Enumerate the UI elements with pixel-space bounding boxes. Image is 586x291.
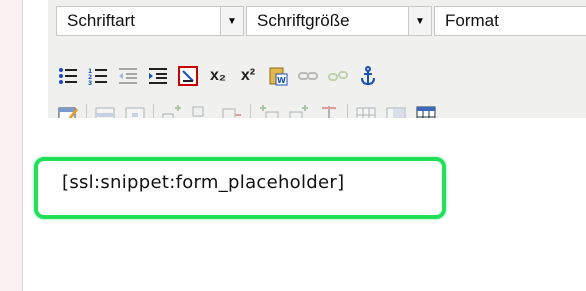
chevron-down-icon[interactable]: ▼ <box>220 7 243 35</box>
format-select[interactable]: Format <box>434 6 586 36</box>
indent-icon[interactable] <box>146 64 170 88</box>
toolbar-row-1: 123 x₂ x² W <box>56 60 586 92</box>
snippet-placeholder-text[interactable]: [ssl:snippet:form_placeholder] <box>62 172 344 193</box>
font-size-select-label: Schriftgröße <box>257 11 350 30</box>
svg-text:W: W <box>277 76 286 85</box>
chevron-down-icon[interactable]: ▼ <box>408 7 431 35</box>
font-size-select[interactable]: Schriftgröße ▼ <box>246 6 432 36</box>
font-family-select[interactable]: Schriftart ▼ <box>56 6 244 36</box>
font-family-select-label: Schriftart <box>67 11 136 30</box>
link-icon[interactable] <box>296 64 320 88</box>
anchor-icon[interactable] <box>356 64 380 88</box>
numbered-list-icon[interactable]: 123 <box>86 64 110 88</box>
remove-formatting-icon[interactable] <box>176 64 200 88</box>
paste-from-word-icon[interactable]: W <box>266 64 290 88</box>
svg-text:3: 3 <box>88 80 92 87</box>
editor-left-gutter <box>0 0 23 291</box>
subscript-icon[interactable]: x₂ <box>206 64 230 88</box>
format-select-label: Format <box>445 11 499 30</box>
unlink-icon[interactable] <box>326 64 350 88</box>
bullet-list-icon[interactable] <box>56 64 80 88</box>
outdent-icon[interactable] <box>116 64 140 88</box>
superscript-icon[interactable]: x² <box>236 64 260 88</box>
